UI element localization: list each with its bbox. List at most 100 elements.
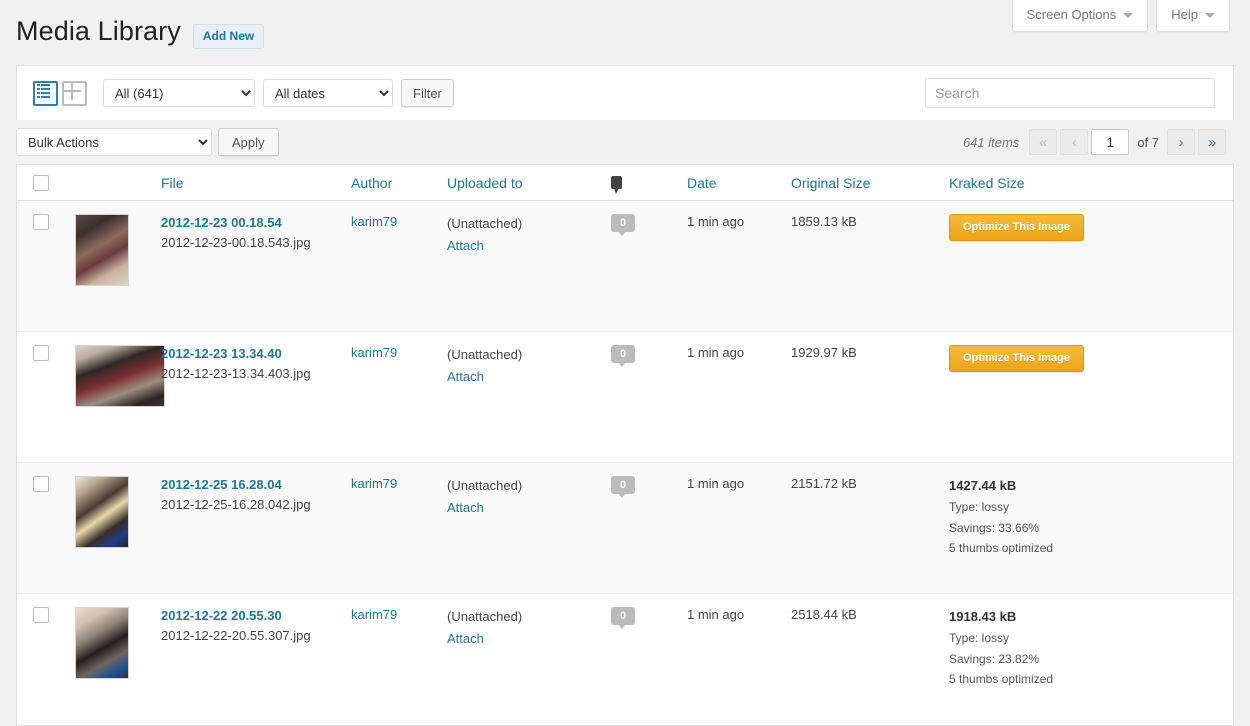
optimize-image-button[interactable]: Optimize This Image: [949, 345, 1084, 373]
row-checkbox[interactable]: [33, 345, 49, 362]
author-link[interactable]: karim79: [351, 345, 397, 360]
column-uploaded-to[interactable]: Uploaded to: [447, 165, 611, 202]
row-select-cell: [17, 331, 75, 463]
file-name-text: 2012-12-22-20.55.307.jpg: [161, 628, 311, 644]
row-thumbnail-cell: [75, 593, 161, 725]
row-comments-cell: 0: [611, 331, 687, 463]
column-original-size: Original Size: [791, 165, 949, 202]
chevron-down-icon: [1123, 12, 1134, 18]
attach-link[interactable]: Attach: [447, 234, 611, 257]
row-uploaded-cell: (Unattached) Attach: [447, 593, 611, 725]
date-filter-select[interactable]: All dates: [263, 79, 393, 108]
media-thumbnail[interactable]: [75, 607, 129, 680]
row-thumbnail-cell: [75, 200, 161, 332]
next-page-button[interactable]: ›: [1167, 129, 1195, 156]
row-uploaded-cell: (Unattached) Attach: [447, 331, 611, 463]
last-page-button[interactable]: »: [1198, 129, 1226, 156]
row-thumbnail-cell: [75, 331, 165, 463]
row-uploaded-cell: (Unattached) Attach: [447, 200, 611, 332]
row-select-cell: [17, 593, 75, 725]
row-author-cell: karim79: [351, 462, 447, 594]
column-author[interactable]: Author: [351, 165, 447, 202]
row-date-cell: 1 min ago: [687, 331, 791, 463]
kraked-size-value: 1427.44 kB: [949, 478, 1017, 494]
original-size-text: 1859.13 kB: [791, 214, 857, 230]
uploaded-to-text: (Unattached): [447, 216, 523, 232]
kraked-type-text: Type: lossy: [949, 500, 1010, 515]
row-kraked-cell: 1427.44 kB Type: lossy Savings: 33.66% 5…: [949, 462, 1233, 594]
help-label: Help: [1171, 7, 1198, 22]
date-text: 1 min ago: [687, 607, 745, 623]
row-kraked-cell: Optimize This Image: [949, 331, 1233, 463]
comment-count-badge[interactable]: 0: [611, 345, 635, 368]
add-new-button[interactable]: Add New: [192, 24, 265, 50]
comment-count-badge[interactable]: 0: [611, 476, 635, 499]
row-author-cell: karim79: [351, 200, 447, 332]
column-thumbnail: [75, 165, 161, 202]
row-author-cell: karim79: [351, 331, 447, 463]
file-title-link[interactable]: 2012-12-23 13.34.40: [161, 345, 351, 364]
attach-link[interactable]: Attach: [447, 627, 611, 650]
table-row: 2012-12-23 13.34.40 2012-12-23-13.34.403…: [17, 331, 1233, 463]
table-row: 2012-12-23 00.18.54 2012-12-23-00.18.543…: [17, 200, 1233, 332]
prev-page-button[interactable]: ‹: [1060, 129, 1089, 156]
total-pages-label: of 7: [1137, 134, 1159, 150]
column-kraked-size: Kraked Size: [949, 165, 1233, 202]
media-thumbnail[interactable]: [75, 214, 129, 287]
file-title-link[interactable]: 2012-12-23 00.18.54: [161, 214, 351, 233]
kraked-size-value: 1918.43 kB: [949, 609, 1017, 625]
list-view-icon[interactable]: [33, 80, 58, 106]
media-thumbnail[interactable]: [75, 345, 165, 408]
grid-view-icon[interactable]: [62, 80, 87, 106]
screen-options-button[interactable]: Screen Options: [1011, 0, 1149, 33]
select-all-checkbox[interactable]: [33, 175, 49, 192]
row-original-size-cell: 2518.44 kB: [791, 593, 949, 725]
row-date-cell: 1 min ago: [687, 200, 791, 332]
author-link[interactable]: karim79: [351, 476, 397, 491]
comment-count-badge[interactable]: 0: [611, 607, 635, 630]
original-size-text: 1929.97 kB: [791, 345, 857, 361]
row-file-cell: 2012-12-23 00.18.54 2012-12-23-00.18.543…: [161, 200, 351, 332]
column-file[interactable]: File: [161, 165, 351, 202]
kraked-thumbs-text: 5 thumbs optimized: [949, 672, 1054, 687]
row-select-cell: [17, 200, 75, 332]
column-comments[interactable]: [611, 165, 687, 202]
row-comments-cell: 0: [611, 200, 687, 332]
row-kraked-cell: Optimize This Image: [949, 200, 1233, 332]
date-text: 1 min ago: [687, 214, 745, 230]
optimize-image-button[interactable]: Optimize This Image: [949, 214, 1084, 242]
row-thumbnail-cell: [75, 462, 161, 594]
filter-button[interactable]: Filter: [401, 79, 454, 108]
apply-button[interactable]: Apply: [218, 128, 279, 157]
attach-link[interactable]: Attach: [447, 496, 611, 519]
row-checkbox[interactable]: [33, 476, 49, 493]
row-author-cell: karim79: [351, 593, 447, 725]
table-header-row: File Author Uploaded to Date Original Si…: [17, 165, 1233, 202]
media-thumbnail[interactable]: [75, 476, 129, 549]
row-checkbox[interactable]: [33, 607, 49, 624]
file-title-link[interactable]: 2012-12-22 20.55.30: [161, 607, 351, 626]
bulk-actions-select[interactable]: Bulk Actions: [16, 128, 212, 157]
row-original-size-cell: 1929.97 kB: [791, 331, 949, 463]
author-link[interactable]: karim79: [351, 607, 397, 622]
first-page-button[interactable]: «: [1029, 129, 1058, 156]
view-mode-switch: [33, 80, 87, 106]
kraked-savings-text: Savings: 33.66%: [949, 520, 1040, 535]
uploaded-to-text: (Unattached): [447, 478, 523, 494]
file-name-text: 2012-12-23-00.18.543.jpg: [161, 235, 311, 251]
screen-meta-links: Screen Options Help: [1011, 0, 1230, 33]
help-button[interactable]: Help: [1156, 0, 1230, 33]
row-checkbox[interactable]: [33, 214, 49, 231]
row-file-cell: 2012-12-23 13.34.40 2012-12-23-13.34.403…: [161, 331, 351, 463]
uploaded-to-text: (Unattached): [447, 609, 523, 625]
author-link[interactable]: karim79: [351, 214, 397, 229]
column-date[interactable]: Date: [687, 165, 791, 202]
current-page-input[interactable]: [1091, 129, 1130, 156]
page-title: Media Library: [16, 16, 181, 46]
comment-count-badge[interactable]: 0: [611, 214, 635, 237]
search-input[interactable]: [925, 78, 1215, 109]
uploaded-to-text: (Unattached): [447, 347, 523, 363]
file-title-link[interactable]: 2012-12-25 16.28.04: [161, 476, 351, 495]
attach-link[interactable]: Attach: [447, 365, 611, 388]
media-type-filter-select[interactable]: All (641): [103, 79, 255, 108]
